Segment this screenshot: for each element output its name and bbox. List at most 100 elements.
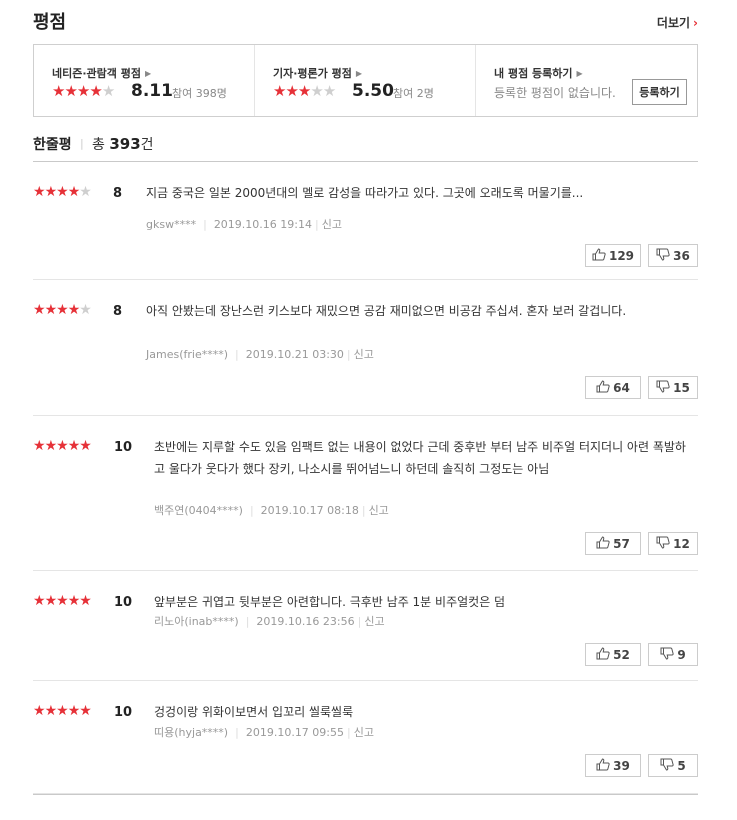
review-date: 2019.10.16 19:14	[213, 218, 312, 231]
more-link[interactable]: 더보기 ›	[657, 14, 698, 31]
star-filled-icon: ★	[52, 82, 65, 100]
divider	[33, 794, 698, 795]
like-button[interactable]: 129	[585, 244, 641, 267]
review-author[interactable]: 백주연(0404****)	[154, 504, 243, 517]
thumbs-down-icon	[656, 536, 673, 552]
dislike-button[interactable]: 5	[648, 754, 698, 777]
star-filled-icon: ★	[297, 82, 311, 100]
section-title: 평점	[33, 12, 67, 33]
audience-score: 8.11	[131, 81, 173, 101]
like-button[interactable]: 39	[585, 754, 641, 777]
star-filled-icon: ★	[44, 438, 58, 454]
thumbs-down-icon	[656, 248, 673, 264]
divider: |	[235, 726, 239, 739]
like-button[interactable]: 64	[585, 376, 641, 399]
like-count: 64	[613, 380, 630, 395]
dislike-count: 15	[673, 380, 690, 395]
dislike-button[interactable]: 12	[648, 532, 698, 555]
thumbs-down-icon	[660, 647, 677, 663]
review-item: ★★★★★ 10 초반에는 지루할 수도 있음 임팩트 없는 내용이 없었다 근데 …	[33, 416, 698, 571]
dislike-button[interactable]: 9	[648, 643, 698, 666]
register-rating-button[interactable]: 등록하기	[632, 79, 687, 105]
divider: |	[203, 218, 207, 231]
review-date: 2019.10.21 03:30	[245, 348, 344, 361]
review-stars: ★★★★★	[33, 184, 92, 200]
thumbs-up-icon	[592, 247, 609, 264]
total-count: 393	[109, 135, 141, 153]
star-filled-icon: ★	[64, 82, 77, 100]
review-text: 아직 안봤는데 장난스런 키스보다 재밌으면 공감 재미없으면 비공감 주십셔.…	[146, 304, 627, 318]
star-filled-icon: ★	[44, 302, 58, 318]
report-link[interactable]: 신고	[354, 348, 374, 361]
dislike-count: 12	[673, 536, 690, 551]
report-link[interactable]: 신고	[322, 218, 342, 231]
thumbs-up-icon	[596, 646, 613, 663]
review-item: ★★★★★ 10 겅겅이랑 위화이보면서 입꼬리 씰룩씰룩 띠용(hyja****) |…	[33, 681, 698, 794]
star-filled-icon: ★	[79, 703, 92, 719]
like-count: 57	[613, 536, 630, 551]
review-score: 10	[114, 705, 133, 720]
review-stars: ★★★★★	[33, 302, 92, 318]
star-filled-icon: ★	[79, 593, 92, 609]
divider: |	[80, 137, 84, 150]
review-date: 2019.10.17 09:55	[245, 726, 345, 739]
critic-rating-label: 기자·평론가 평점	[273, 67, 352, 80]
divider: |	[235, 348, 239, 361]
dislike-button[interactable]: 15	[648, 376, 698, 399]
review-date: 2019.10.17 08:18	[260, 504, 359, 517]
like-count: 129	[608, 248, 635, 263]
star-filled-icon: ★	[56, 593, 69, 609]
report-link[interactable]: 신고	[369, 504, 389, 517]
star-filled-icon: ★	[33, 302, 46, 318]
star-filled-icon: ★	[44, 593, 58, 609]
star-filled-icon: ★	[67, 703, 81, 719]
review-meta: 띠용(hyja****) | 2019.10.17 09:55 | 신고	[154, 724, 374, 740]
star-filled-icon: ★	[79, 438, 92, 454]
review-author[interactable]: 리노아(inab****)	[154, 615, 239, 628]
divider: |	[245, 615, 250, 628]
caret-right-icon: ▶	[355, 69, 363, 78]
divider: |	[361, 504, 366, 517]
critic-rating: 기자·평론가 평점 ▶ ★★★★★ 5.50 참여 2명	[254, 45, 475, 116]
star-filled-icon: ★	[56, 184, 69, 200]
audience-rating: 네티즌·관람객 평점 ▶ ★★★★★ 8.11 참여 398명	[34, 45, 254, 116]
my-rating-message: 등록한 평점이 없습니다.	[494, 86, 616, 100]
critic-participants: 참여 2명	[393, 87, 434, 100]
critic-stars: ★★★★★	[273, 82, 336, 100]
star-filled-icon: ★	[33, 593, 46, 609]
like-button[interactable]: 52	[585, 643, 641, 666]
review-author[interactable]: 띠용(hyja****)	[154, 726, 228, 739]
review-score: 8	[113, 304, 123, 319]
critic-rating-link[interactable]: 기자·평론가 평점 ▶	[273, 65, 362, 81]
review-item: ★★★★★ 8 아직 안봤는데 장난스런 키스보다 재밌으면 공감 재미없으면 비공…	[33, 280, 698, 416]
dislike-count: 5	[677, 758, 686, 773]
thumbs-down-icon	[656, 380, 673, 396]
review-list-title: 한줄평	[33, 137, 72, 153]
critic-score: 5.50	[352, 81, 394, 101]
star-filled-icon: ★	[56, 438, 69, 454]
report-link[interactable]: 신고	[354, 726, 374, 739]
report-link[interactable]: 신고	[364, 615, 384, 628]
caret-right-icon: ▶	[576, 69, 583, 78]
like-count: 52	[613, 647, 630, 662]
like-button[interactable]: 57	[585, 532, 641, 555]
review-author[interactable]: gksw****	[146, 218, 196, 231]
my-rating-link[interactable]: 내 평점 등록하기 ▶	[494, 65, 583, 81]
thumbs-down-icon	[660, 758, 677, 774]
review-author[interactable]: James(frie****)	[146, 348, 228, 361]
star-empty-icon: ★	[79, 184, 92, 200]
star-empty-icon: ★	[310, 82, 323, 100]
rating-header: 평점 더보기 ›	[33, 6, 698, 36]
my-rating-label: 내 평점 등록하기	[494, 67, 573, 80]
chevron-right-icon: ›	[693, 16, 698, 30]
like-count: 39	[613, 758, 630, 773]
audience-stars: ★★★★★	[52, 82, 115, 100]
divider: |	[346, 348, 351, 361]
dislike-button[interactable]: 36	[648, 244, 698, 267]
star-filled-icon: ★	[33, 703, 46, 719]
star-filled-icon: ★	[67, 593, 81, 609]
star-filled-icon: ★	[56, 703, 69, 719]
review-date: 2019.10.16 23:56	[256, 615, 355, 628]
star-filled-icon: ★	[76, 82, 90, 100]
audience-rating-link[interactable]: 네티즌·관람객 평점 ▶	[52, 65, 151, 81]
